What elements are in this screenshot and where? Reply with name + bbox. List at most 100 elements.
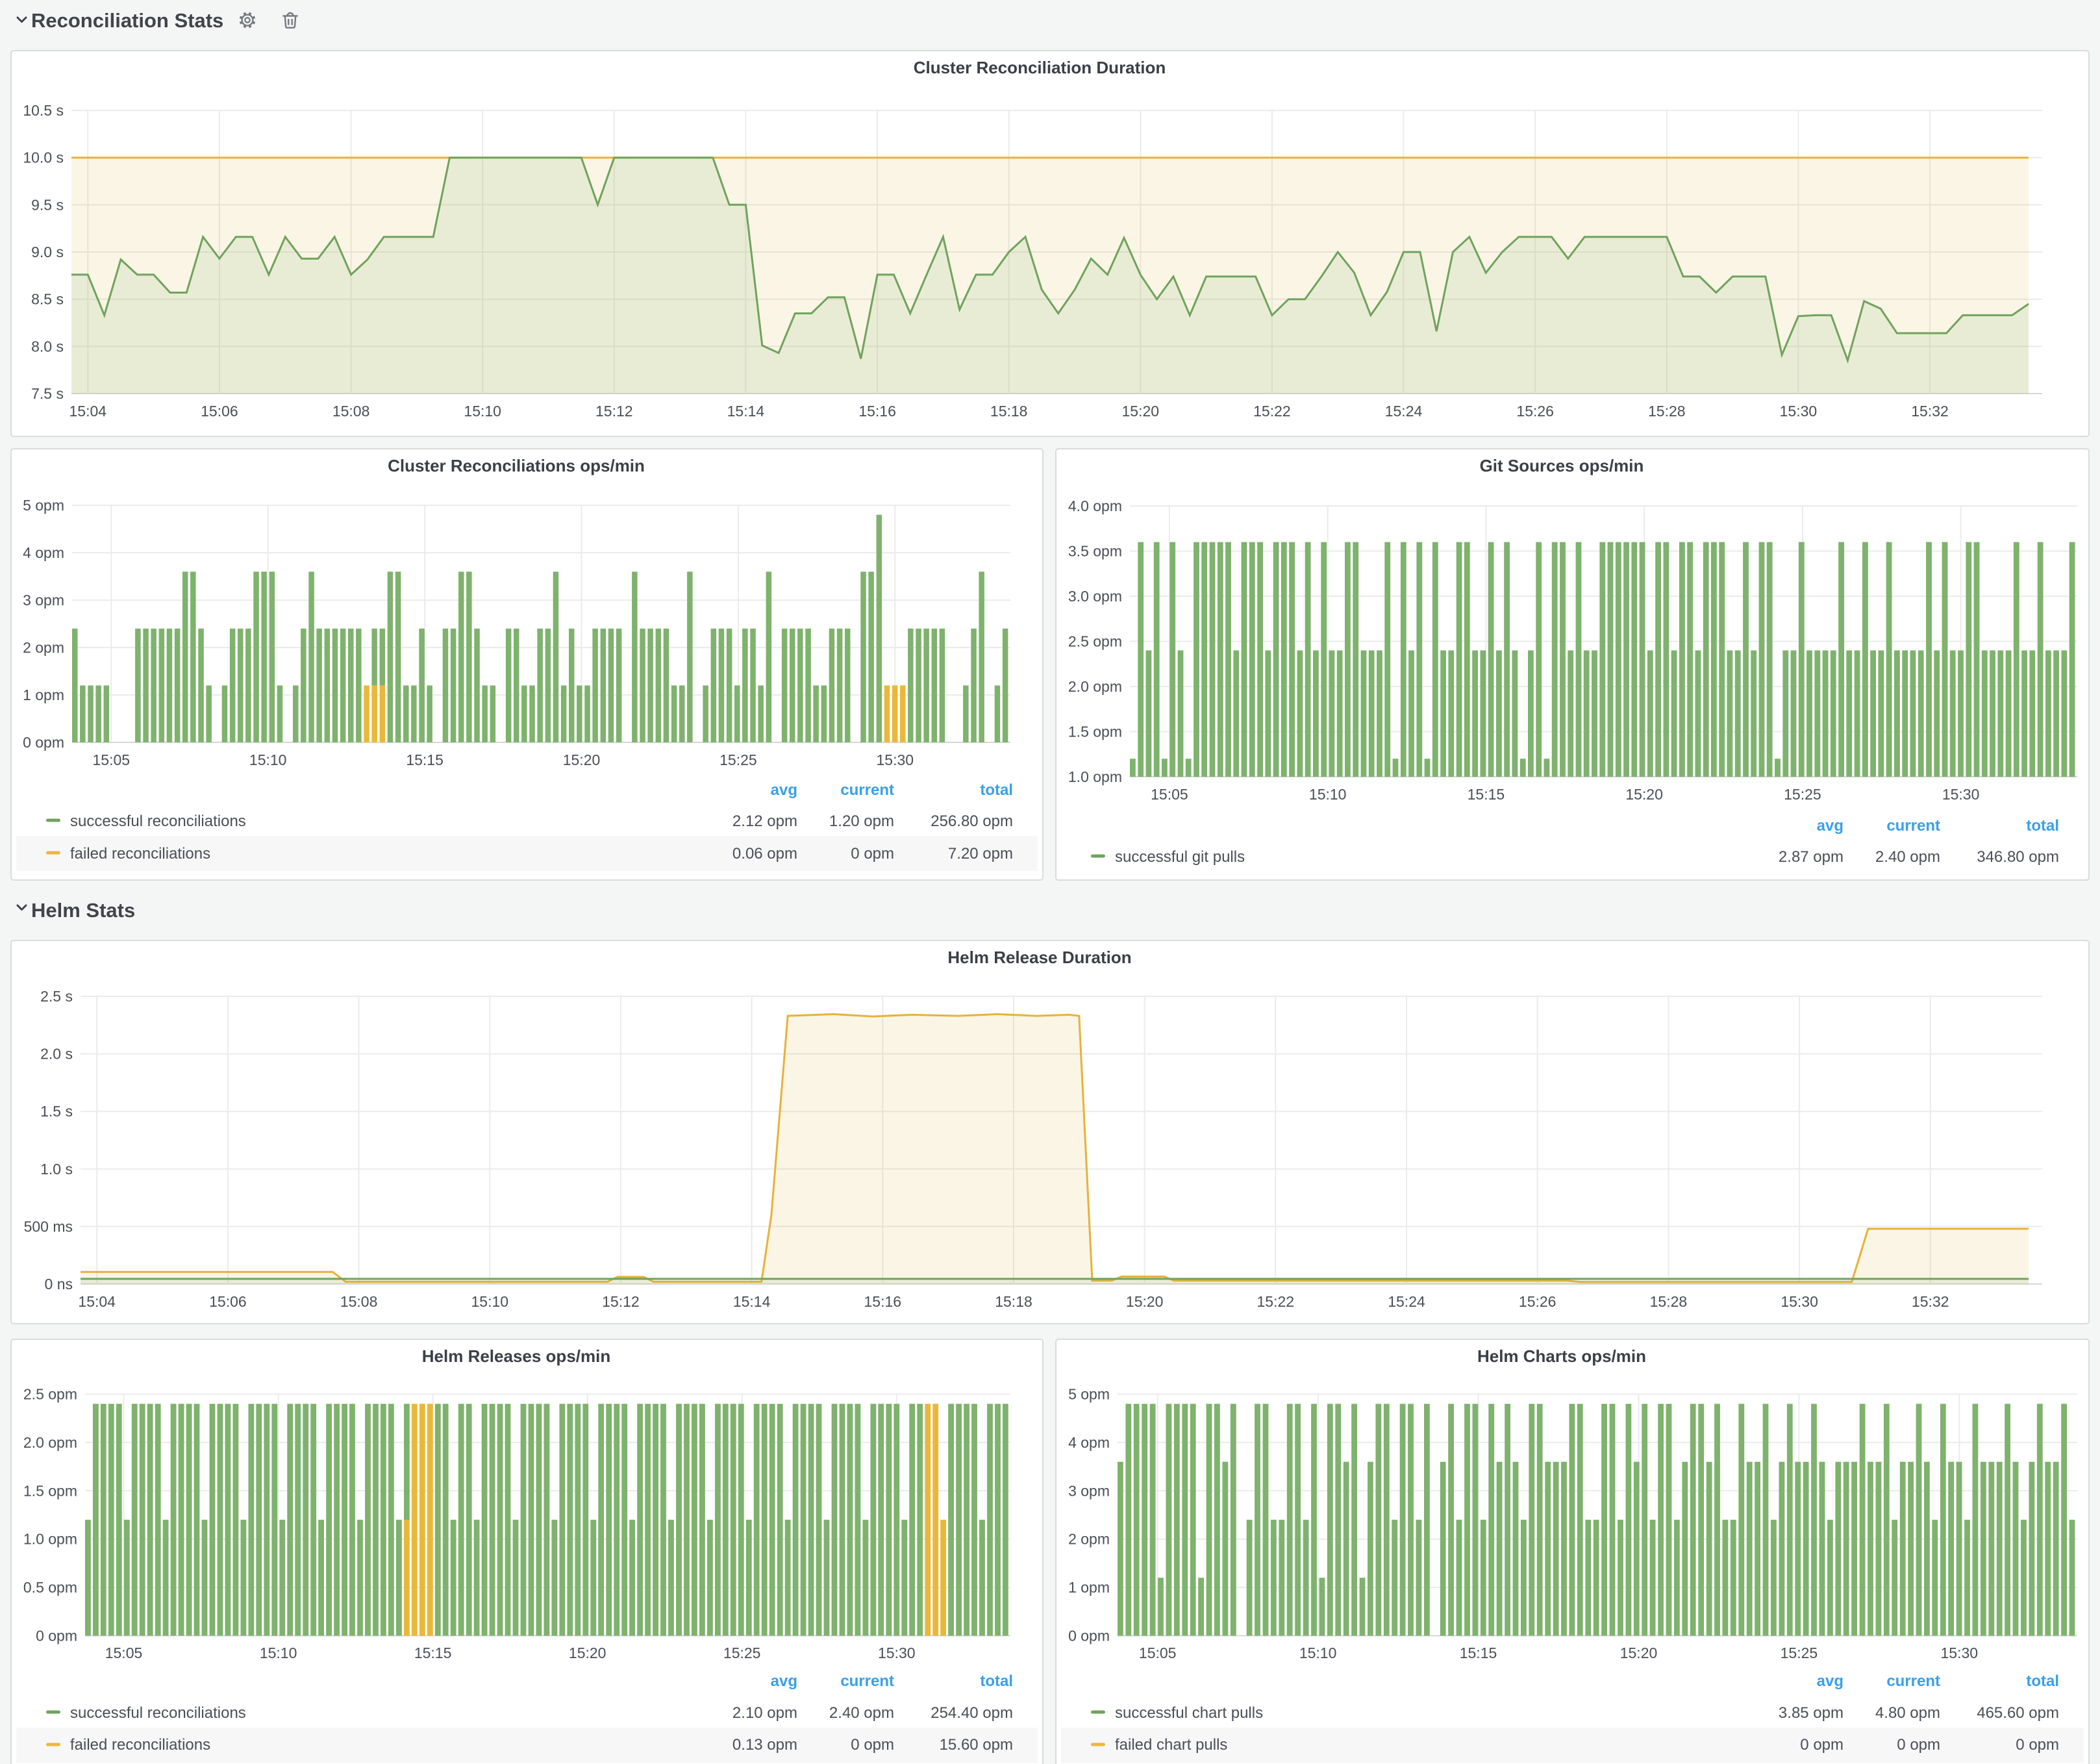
svg-text:0 opm: 0 opm — [1897, 1736, 1940, 1754]
svg-text:15:12: 15:12 — [595, 403, 633, 420]
svg-text:15:28: 15:28 — [1650, 1293, 1688, 1310]
svg-text:15:25: 15:25 — [1784, 786, 1821, 803]
svg-text:15:10: 15:10 — [471, 1293, 509, 1310]
svg-text:2.5 s: 2.5 s — [40, 988, 73, 1005]
svg-text:15:10: 15:10 — [249, 751, 287, 768]
svg-text:avg: avg — [771, 781, 797, 799]
svg-text:successful git pulls: successful git pulls — [1115, 848, 1245, 866]
svg-text:1.20 opm: 1.20 opm — [829, 813, 894, 830]
svg-text:15:10: 15:10 — [1309, 786, 1347, 803]
svg-text:Reconciliation Stats: Reconciliation Stats — [31, 9, 223, 32]
svg-text:2.0 opm: 2.0 opm — [23, 1434, 77, 1451]
svg-text:1.0 opm: 1.0 opm — [23, 1531, 77, 1548]
svg-text:failed reconciliations: failed reconciliations — [70, 1736, 210, 1754]
svg-text:254.40 opm: 254.40 opm — [931, 1704, 1013, 1722]
svg-text:current: current — [1886, 817, 1940, 835]
svg-text:avg: avg — [771, 1672, 797, 1690]
svg-text:1.5 opm: 1.5 opm — [1068, 724, 1122, 740]
svg-text:15:24: 15:24 — [1385, 403, 1423, 420]
svg-text:2.5 opm: 2.5 opm — [23, 1386, 77, 1403]
svg-text:15:20: 15:20 — [1122, 403, 1160, 420]
svg-text:15:14: 15:14 — [733, 1293, 771, 1310]
svg-text:successful chart pulls: successful chart pulls — [1115, 1704, 1263, 1722]
svg-text:total: total — [2026, 1672, 2059, 1690]
svg-text:failed reconciliations: failed reconciliations — [70, 845, 210, 863]
svg-text:15:12: 15:12 — [602, 1293, 640, 1310]
svg-text:4 opm: 4 opm — [23, 544, 64, 561]
svg-text:9.0 s: 9.0 s — [31, 244, 64, 260]
svg-text:5 opm: 5 opm — [23, 497, 64, 514]
svg-text:15:22: 15:22 — [1257, 1293, 1295, 1310]
svg-text:Cluster Reconciliation Duratio: Cluster Reconciliation Duration — [914, 58, 1166, 77]
svg-text:15:30: 15:30 — [1941, 1644, 1979, 1661]
svg-text:8.5 s: 8.5 s — [31, 291, 64, 308]
svg-text:15:30: 15:30 — [1942, 786, 1980, 803]
svg-text:Helm Stats: Helm Stats — [31, 899, 135, 922]
svg-text:2.10 opm: 2.10 opm — [732, 1704, 797, 1722]
svg-text:15.60 opm: 15.60 opm — [940, 1736, 1013, 1754]
svg-text:15:15: 15:15 — [1468, 786, 1505, 803]
svg-text:current: current — [840, 781, 894, 799]
svg-text:3.5 opm: 3.5 opm — [1068, 543, 1122, 560]
svg-text:15:25: 15:25 — [719, 751, 757, 768]
svg-text:10.0 s: 10.0 s — [23, 149, 64, 166]
svg-text:total: total — [980, 781, 1013, 799]
svg-text:15:30: 15:30 — [878, 1644, 916, 1661]
svg-text:9.5 s: 9.5 s — [31, 196, 64, 213]
svg-text:successful reconciliations: successful reconciliations — [70, 813, 246, 830]
svg-text:0 opm: 0 opm — [851, 845, 894, 863]
svg-text:0 opm: 0 opm — [851, 1736, 894, 1754]
svg-text:Helm Releases ops/min: Helm Releases ops/min — [422, 1346, 610, 1366]
svg-text:15:25: 15:25 — [1781, 1644, 1818, 1661]
svg-text:15:06: 15:06 — [209, 1293, 247, 1310]
svg-text:500 ms: 500 ms — [24, 1218, 73, 1235]
svg-text:15:20: 15:20 — [569, 1644, 606, 1661]
svg-text:15:32: 15:32 — [1912, 1293, 1949, 1310]
svg-text:15:18: 15:18 — [995, 1293, 1032, 1310]
svg-text:15:04: 15:04 — [69, 403, 107, 420]
svg-text:346.80 opm: 346.80 opm — [1977, 848, 2059, 866]
svg-text:2.40 opm: 2.40 opm — [829, 1704, 894, 1722]
svg-text:15:10: 15:10 — [464, 403, 501, 420]
svg-text:failed chart pulls: failed chart pulls — [1115, 1736, 1227, 1754]
svg-text:15:05: 15:05 — [93, 751, 131, 768]
svg-text:15:15: 15:15 — [414, 1644, 452, 1661]
svg-text:15:18: 15:18 — [990, 403, 1028, 420]
svg-text:15:28: 15:28 — [1648, 403, 1686, 420]
svg-text:total: total — [2026, 817, 2059, 835]
svg-text:2.87 opm: 2.87 opm — [1779, 848, 1844, 866]
svg-text:15:15: 15:15 — [406, 751, 444, 768]
svg-text:15:16: 15:16 — [864, 1293, 902, 1310]
svg-text:8.0 s: 8.0 s — [31, 338, 64, 355]
svg-text:15:10: 15:10 — [1299, 1644, 1337, 1661]
svg-text:15:15: 15:15 — [1460, 1644, 1497, 1661]
svg-text:total: total — [980, 1672, 1013, 1690]
svg-text:0.13 opm: 0.13 opm — [732, 1736, 797, 1754]
svg-text:2.12 opm: 2.12 opm — [732, 813, 797, 830]
svg-text:256.80 opm: 256.80 opm — [931, 813, 1013, 830]
svg-text:0 opm: 0 opm — [36, 1628, 77, 1644]
svg-text:1.0 opm: 1.0 opm — [1068, 768, 1122, 785]
svg-text:1.5 s: 1.5 s — [40, 1103, 73, 1120]
svg-text:2.5 opm: 2.5 opm — [1068, 633, 1122, 650]
svg-text:7.20 opm: 7.20 opm — [948, 845, 1013, 863]
svg-text:15:05: 15:05 — [105, 1644, 143, 1661]
svg-text:Cluster Reconciliations ops/mi: Cluster Reconciliations ops/min — [388, 456, 645, 475]
svg-text:15:04: 15:04 — [78, 1293, 116, 1310]
svg-text:15:20: 15:20 — [563, 751, 601, 768]
svg-text:15:08: 15:08 — [332, 403, 370, 420]
svg-text:10.5 s: 10.5 s — [23, 102, 64, 119]
svg-text:2 opm: 2 opm — [1068, 1531, 1110, 1548]
svg-text:2.40 opm: 2.40 opm — [1875, 848, 1940, 866]
svg-text:0 opm: 0 opm — [1068, 1628, 1110, 1644]
svg-text:15:26: 15:26 — [1516, 403, 1554, 420]
svg-text:15:20: 15:20 — [1126, 1293, 1164, 1310]
svg-text:3.0 opm: 3.0 opm — [1068, 588, 1122, 605]
svg-text:15:25: 15:25 — [723, 1644, 761, 1661]
svg-text:15:05: 15:05 — [1139, 1644, 1177, 1661]
svg-text:0.06 opm: 0.06 opm — [732, 845, 797, 863]
svg-text:15:32: 15:32 — [1911, 403, 1949, 420]
svg-text:4.0 opm: 4.0 opm — [1068, 498, 1122, 514]
svg-text:0 opm: 0 opm — [23, 734, 64, 751]
svg-text:0 opm: 0 opm — [1800, 1736, 1844, 1754]
